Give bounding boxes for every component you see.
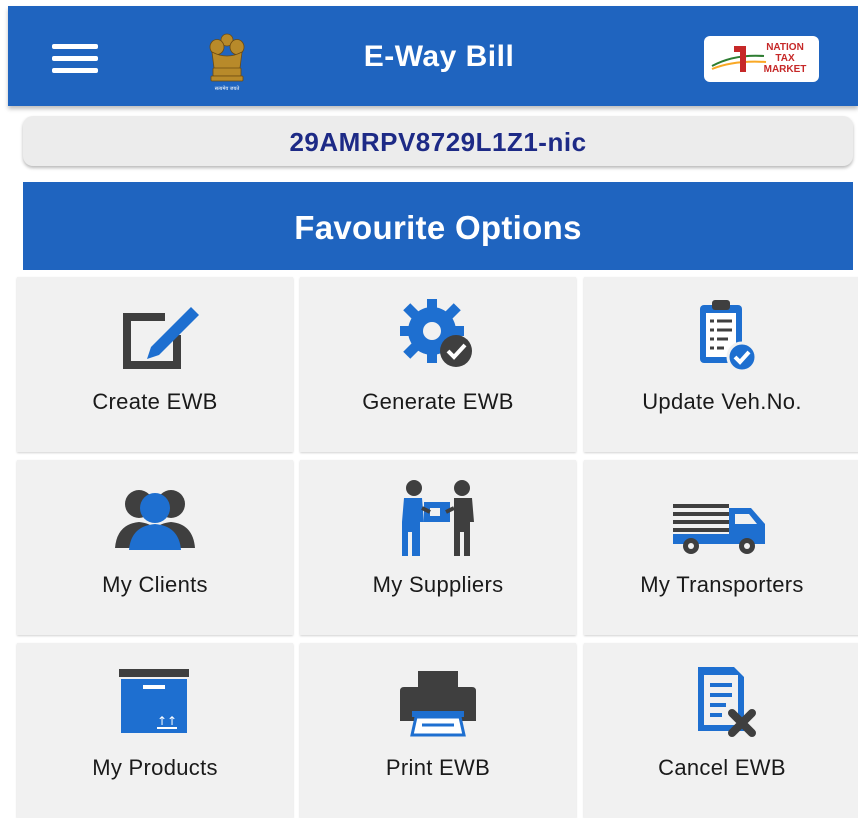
tile-label: Generate EWB: [362, 389, 514, 414]
my-clients-tile[interactable]: My Clients: [17, 460, 293, 635]
nation-tax-market-logo[interactable]: NATION TAX MARKET: [704, 36, 819, 82]
tile-label: Cancel EWB: [658, 755, 786, 780]
ntm-logo-text: NATION TAX MARKET: [763, 42, 807, 75]
my-transporters-tile[interactable]: My Transporters: [584, 460, 858, 635]
users-icon: [115, 490, 195, 550]
my-suppliers-tile[interactable]: My Suppliers: [300, 460, 576, 635]
tile-label: My Clients: [102, 572, 208, 597]
clipboard-check-icon: [700, 300, 758, 373]
favourite-options-heading: Favourite Options: [23, 182, 853, 270]
tile-label: Print EWB: [385, 755, 491, 780]
tile-label: Update Veh.No.: [642, 389, 802, 414]
document-cancel-icon: [698, 667, 756, 737]
gstin-bar: 29AMRPV8729L1Z1-nic: [23, 116, 853, 166]
box-icon: ↑↑: [119, 669, 189, 733]
app-header: सत्यमेव जयते E-Way Bill NATION TAX MARKE…: [8, 6, 858, 106]
tile-label: Create EWB: [92, 389, 218, 414]
gear-check-icon: [400, 299, 472, 367]
handover-icon: [402, 480, 474, 556]
truck-icon: [673, 504, 765, 554]
create-ewb-tile[interactable]: Create EWB: [17, 277, 293, 452]
my-products-tile[interactable]: ↑↑ My Products: [17, 643, 293, 818]
tile-label: My Products: [92, 755, 218, 780]
generate-ewb-tile[interactable]: Generate EWB: [300, 277, 576, 452]
print-ewb-tile[interactable]: Print EWB: [300, 643, 576, 818]
update-veh-no-tile[interactable]: Update Veh.No.: [584, 277, 858, 452]
edit-icon: [123, 307, 199, 369]
printer-icon: [400, 671, 476, 737]
cancel-ewb-tile[interactable]: Cancel EWB: [584, 643, 858, 818]
tile-label: My Transporters: [640, 572, 804, 597]
tile-label: My Suppliers: [372, 572, 504, 597]
svg-text:↑↑: ↑↑: [157, 714, 177, 728]
emblem-caption: सत्यमेव जयते: [215, 85, 240, 92]
